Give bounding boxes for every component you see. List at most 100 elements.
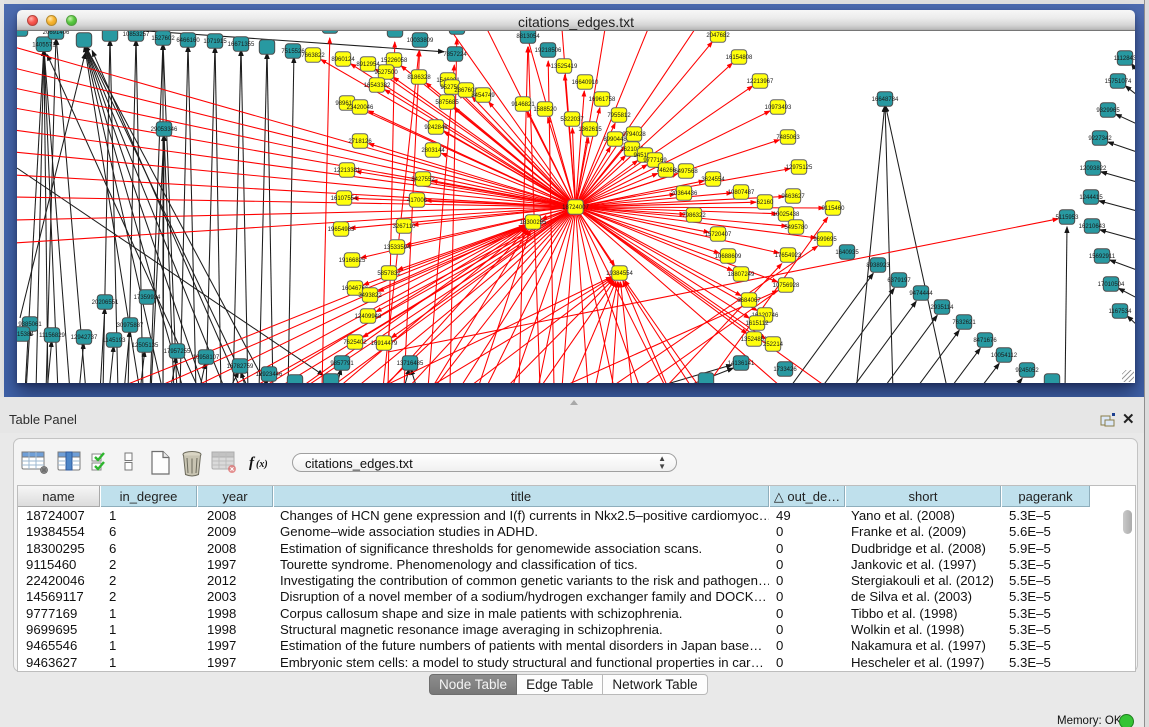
svg-text:16640910: 16640910 — [572, 80, 599, 86]
svg-text:13525419: 13525419 — [551, 64, 578, 70]
svg-text:(x): (x) — [256, 459, 268, 470]
svg-text:9527500: 9527500 — [374, 70, 398, 76]
svg-text:7955812: 7955812 — [607, 113, 631, 119]
svg-text:7625402: 7625402 — [343, 340, 367, 346]
svg-text:7632621: 7632621 — [952, 320, 976, 326]
svg-text:7485063: 7485063 — [776, 135, 800, 141]
svg-text:1362615: 1362615 — [578, 127, 602, 133]
svg-text:10853257: 10853257 — [123, 32, 150, 38]
svg-text:1588520: 1588520 — [533, 107, 557, 113]
svg-text:1405571: 1405571 — [32, 42, 56, 48]
svg-text:15751074: 15751074 — [1105, 79, 1132, 85]
svg-text:9242848: 9242848 — [424, 125, 448, 131]
svg-text:7663822: 7663822 — [301, 53, 325, 59]
svg-text:8990448: 8990448 — [603, 137, 627, 143]
svg-text:10807487: 10807487 — [728, 190, 755, 196]
svg-text:1527602: 1527602 — [151, 36, 175, 42]
svg-text:417006: 417006 — [407, 198, 428, 204]
svg-text:2718126: 2718126 — [348, 139, 372, 145]
svg-text:12213967: 12213967 — [747, 79, 774, 85]
svg-text:1112843: 1112843 — [1114, 56, 1135, 62]
svg-text:8427552: 8427552 — [411, 177, 435, 183]
svg-text:12409948: 12409948 — [355, 314, 382, 320]
svg-text:12942737: 12942737 — [71, 335, 98, 341]
svg-text:7986322: 7986322 — [682, 213, 706, 219]
svg-text:8813054: 8813054 — [516, 34, 540, 40]
svg-text:19166825: 19166825 — [339, 258, 366, 264]
svg-text:18807249: 18807249 — [728, 272, 755, 278]
svg-text:23420046: 23420046 — [347, 105, 374, 111]
svg-text:6379197: 6379197 — [887, 278, 911, 284]
svg-text:20364436: 20364436 — [671, 191, 698, 197]
svg-text:12093822: 12093822 — [1080, 166, 1107, 172]
svg-text:1615112: 1615112 — [746, 321, 770, 327]
svg-text:10033809: 10033809 — [407, 38, 434, 44]
svg-text:16543382: 16543382 — [364, 83, 391, 89]
svg-text:1733426: 1733426 — [773, 367, 797, 373]
svg-text:8186328: 8186328 — [407, 75, 431, 81]
svg-text:29053346: 29053346 — [151, 127, 178, 133]
svg-text:1145193: 1145193 — [103, 338, 127, 344]
svg-text:10688609: 10688609 — [715, 254, 742, 260]
svg-text:13533594: 13533594 — [384, 245, 411, 251]
svg-text:16782759: 16782759 — [227, 364, 254, 370]
svg-text:15720407: 15720407 — [705, 232, 732, 238]
svg-text:15692911: 15692911 — [1089, 254, 1116, 260]
svg-text:30975887: 30975887 — [117, 323, 144, 329]
svg-text:16107554: 16107554 — [331, 196, 358, 202]
svg-text:2047682: 2047682 — [706, 33, 730, 39]
svg-text:1640935: 1640935 — [835, 250, 859, 256]
svg-text:12213381: 12213381 — [334, 168, 361, 174]
svg-text:14136141: 14136141 — [728, 361, 755, 367]
svg-text:9146821: 9146821 — [511, 102, 535, 108]
svg-text:15226058: 15226058 — [381, 58, 408, 64]
svg-text:f: f — [249, 455, 256, 471]
svg-text:12505135: 12505135 — [132, 343, 159, 349]
svg-text:18300295: 18300295 — [520, 220, 547, 226]
svg-text:8454749: 8454749 — [471, 93, 495, 99]
svg-text:10054112: 10054112 — [991, 353, 1018, 359]
svg-text:16961758: 16961758 — [589, 97, 616, 103]
svg-text:20206551: 20206551 — [92, 300, 119, 306]
svg-text:5115953: 5115953 — [1056, 215, 1080, 221]
svg-text:10958107: 10958107 — [193, 355, 220, 361]
svg-text:16671355: 16671355 — [228, 42, 255, 48]
svg-text:10756928: 10756928 — [773, 283, 800, 289]
svg-text:2803144: 2803144 — [421, 148, 445, 154]
svg-text:252214: 252214 — [763, 342, 784, 348]
svg-text:16210643: 16210643 — [1079, 224, 1106, 230]
svg-text:9227342: 9227342 — [1088, 136, 1112, 142]
svg-text:8471676: 8471676 — [973, 338, 997, 344]
svg-text:17957255: 17957255 — [164, 349, 191, 355]
svg-text:16154808: 16154808 — [726, 55, 753, 61]
svg-text:9684067: 9684067 — [737, 298, 761, 304]
svg-text:20691406: 20691406 — [43, 31, 70, 36]
svg-text:17359934: 17359934 — [134, 295, 161, 301]
svg-text:5495780: 5495780 — [784, 225, 808, 231]
svg-text:6466160: 6466160 — [176, 38, 200, 44]
svg-text:5857832: 5857832 — [377, 271, 401, 277]
svg-text:9699695: 9699695 — [813, 237, 837, 243]
svg-text:11156829: 11156829 — [39, 333, 65, 339]
svg-text:12923446: 12923446 — [256, 372, 283, 378]
svg-text:9474444: 9474444 — [909, 291, 933, 297]
svg-text:8938923: 8938923 — [866, 263, 890, 269]
svg-text:5875685: 5875685 — [435, 100, 459, 106]
svg-text:3915384: 3915384 — [17, 332, 34, 338]
svg-text:9115460: 9115460 — [822, 206, 846, 212]
svg-text:1244415: 1244415 — [1079, 195, 1103, 201]
svg-text:16648784: 16648784 — [872, 97, 899, 103]
svg-text:18724007: 18724007 — [562, 205, 589, 211]
svg-text:10025438: 10025438 — [773, 212, 800, 218]
svg-text:19654983: 19654983 — [328, 227, 355, 233]
svg-text:9329965: 9329965 — [1096, 108, 1120, 114]
svg-text:8912954: 8912954 — [356, 62, 380, 68]
svg-text:19218506: 19218506 — [535, 48, 562, 54]
svg-text:17010504: 17010504 — [1098, 282, 1125, 288]
svg-text:6497568: 6497568 — [674, 169, 698, 175]
svg-text:10973493: 10973493 — [765, 105, 792, 111]
svg-text:8960124: 8960124 — [331, 57, 355, 63]
svg-text:12975125: 12975125 — [786, 165, 813, 171]
svg-text:2935114: 2935114 — [931, 305, 955, 311]
svg-text:13716485: 13716485 — [397, 361, 424, 367]
